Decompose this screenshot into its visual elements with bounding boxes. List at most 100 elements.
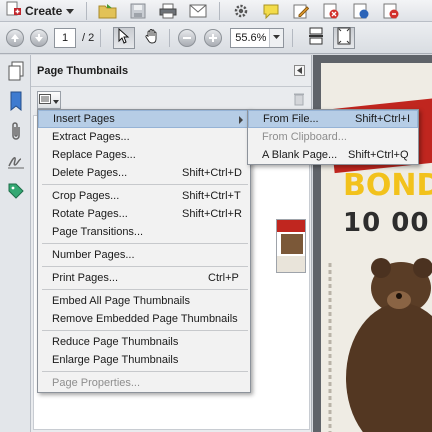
- menu-item-from-file[interactable]: From File... Shift+Ctrl+I: [248, 110, 418, 128]
- toolbar-divider: [100, 28, 102, 47]
- comment-icon[interactable]: [261, 2, 281, 20]
- page-total-label: / 2: [82, 31, 95, 44]
- menu-item-blank-page[interactable]: A Blank Page... Shift+Ctrl+Q: [248, 146, 418, 164]
- zoom-level-select[interactable]: 55.6%: [230, 27, 285, 48]
- page-banner-text: BOND: [343, 168, 432, 203]
- tag-icon: [7, 182, 25, 203]
- print-pages-label: Print Pages...: [52, 272, 119, 284]
- menu-item-crop-pages[interactable]: Crop Pages... Shift+Ctrl+T: [38, 187, 250, 205]
- print-pages-shortcut: Ctrl+P: [208, 272, 239, 284]
- bookmarks-tab[interactable]: [0, 87, 31, 117]
- hand-tool-button[interactable]: [141, 27, 163, 49]
- zoom-out-button[interactable]: [178, 28, 197, 47]
- gear-icon[interactable]: [231, 2, 251, 20]
- create-label: Create: [25, 3, 63, 18]
- navigation-toolbar: 1 / 2 55.6%: [0, 22, 432, 54]
- cursor-icon: [118, 27, 130, 47]
- open-icon[interactable]: [98, 2, 118, 20]
- zoom-in-button[interactable]: [204, 28, 223, 47]
- trash-icon[interactable]: [293, 92, 305, 109]
- tags-tab[interactable]: [0, 177, 31, 207]
- edit-icon[interactable]: [291, 2, 311, 20]
- reduce-thumbnails-label: Reduce Page Thumbnails: [52, 336, 179, 348]
- toolbar-divider: [292, 28, 294, 47]
- paperclip-icon: [9, 121, 23, 144]
- bear-image: [346, 258, 432, 432]
- next-page-button[interactable]: [30, 28, 48, 47]
- pages-icon: [7, 61, 25, 84]
- options-menu-button[interactable]: [37, 91, 61, 109]
- panel-header: Page Thumbnails: [31, 55, 311, 87]
- number-pages-label: Number Pages...: [52, 249, 135, 261]
- crop-pages-label: Crop Pages...: [52, 190, 120, 202]
- rotate-pages-label: Rotate Pages...: [52, 208, 128, 220]
- navigation-pane-rail: [0, 55, 31, 432]
- bookmark-icon: [9, 91, 23, 114]
- from-file-label: From File...: [263, 113, 319, 125]
- menu-item-replace-pages[interactable]: Replace Pages...: [38, 146, 250, 164]
- collapse-panel-button[interactable]: [294, 65, 305, 76]
- menu-item-insert-pages[interactable]: Insert Pages: [38, 110, 250, 128]
- crop-pages-shortcut: Shift+Ctrl+T: [182, 190, 241, 202]
- chevron-down-icon: [53, 93, 59, 107]
- menu-item-enlarge-thumbnails[interactable]: Enlarge Page Thumbnails: [38, 351, 250, 369]
- menu-item-delete-pages[interactable]: Delete Pages... Shift+Ctrl+D: [38, 164, 250, 182]
- chevron-down-icon: [66, 4, 75, 18]
- menu-separator: [42, 184, 248, 185]
- menu-item-from-clipboard[interactable]: From Clipboard...: [248, 128, 418, 146]
- submenu-arrow-icon: [239, 116, 243, 124]
- scrolling-mode-button[interactable]: [305, 27, 327, 49]
- panel-title: Page Thumbnails: [37, 64, 129, 77]
- page-number-input[interactable]: 1: [54, 27, 76, 48]
- embed-thumbnails-label: Embed All Page Thumbnails: [52, 295, 190, 307]
- signature-icon: [7, 152, 25, 173]
- page-transitions-label: Page Transitions...: [52, 226, 144, 238]
- app-window: Create 1 / 2 55.6% Page Thumbnails BOND …: [0, 0, 432, 432]
- scroll-mode-icon: [308, 27, 324, 48]
- page-thumbnail[interactable]: [276, 219, 306, 273]
- save-icon[interactable]: [128, 2, 148, 20]
- page-thumbnails-tab[interactable]: [0, 57, 31, 87]
- create-icon: [5, 1, 21, 20]
- zoom-value: 55.6%: [235, 31, 267, 44]
- blank-page-label: A Blank Page...: [262, 149, 338, 161]
- stamp-icon[interactable]: [381, 2, 401, 20]
- replace-pages-label: Replace Pages...: [52, 149, 136, 161]
- menu-item-reduce-thumbnails[interactable]: Reduce Page Thumbnails: [38, 333, 250, 351]
- menu-item-rotate-pages[interactable]: Rotate Pages... Shift+Ctrl+R: [38, 205, 250, 223]
- page-properties-label: Page Properties...: [52, 377, 141, 389]
- menu-item-page-transitions[interactable]: Page Transitions...: [38, 223, 250, 241]
- select-tool-button[interactable]: [113, 26, 136, 49]
- share-icon[interactable]: [351, 2, 371, 20]
- chevron-down-icon: [269, 28, 284, 47]
- sign-icon[interactable]: [321, 2, 341, 20]
- remove-thumbnails-label: Remove Embedded Page Thumbnails: [52, 313, 238, 325]
- toolbar-divider: [169, 28, 171, 47]
- options-icon: [39, 93, 51, 107]
- extract-pages-label: Extract Pages...: [52, 131, 130, 143]
- menu-item-extract-pages[interactable]: Extract Pages...: [38, 128, 250, 146]
- menu-item-print-pages[interactable]: Print Pages... Ctrl+P: [38, 269, 250, 287]
- print-icon[interactable]: [158, 2, 178, 20]
- attachments-tab[interactable]: [0, 117, 31, 147]
- from-file-shortcut: Shift+Ctrl+I: [355, 113, 411, 125]
- toolbar-divider: [86, 1, 88, 20]
- menu-item-remove-thumbnails[interactable]: Remove Embedded Page Thumbnails: [38, 310, 250, 328]
- toolbar-divider: [219, 1, 221, 20]
- email-icon[interactable]: [188, 2, 208, 20]
- menu-item-number-pages[interactable]: Number Pages...: [38, 246, 250, 264]
- menu-item-page-properties[interactable]: Page Properties...: [38, 374, 250, 392]
- fit-page-button[interactable]: [333, 26, 356, 49]
- menu-separator: [42, 243, 248, 244]
- create-button[interactable]: Create: [0, 0, 80, 22]
- menu-separator: [42, 371, 248, 372]
- enlarge-thumbnails-label: Enlarge Page Thumbnails: [52, 354, 179, 366]
- insert-pages-label: Insert Pages: [53, 113, 115, 125]
- menu-separator: [42, 289, 248, 290]
- page-margin-print: [328, 263, 332, 432]
- menu-item-embed-thumbnails[interactable]: Embed All Page Thumbnails: [38, 292, 250, 310]
- delete-pages-label: Delete Pages...: [52, 167, 128, 179]
- previous-page-button[interactable]: [6, 28, 24, 47]
- page-headline: 10 00: [343, 208, 430, 238]
- signatures-tab[interactable]: [0, 147, 31, 177]
